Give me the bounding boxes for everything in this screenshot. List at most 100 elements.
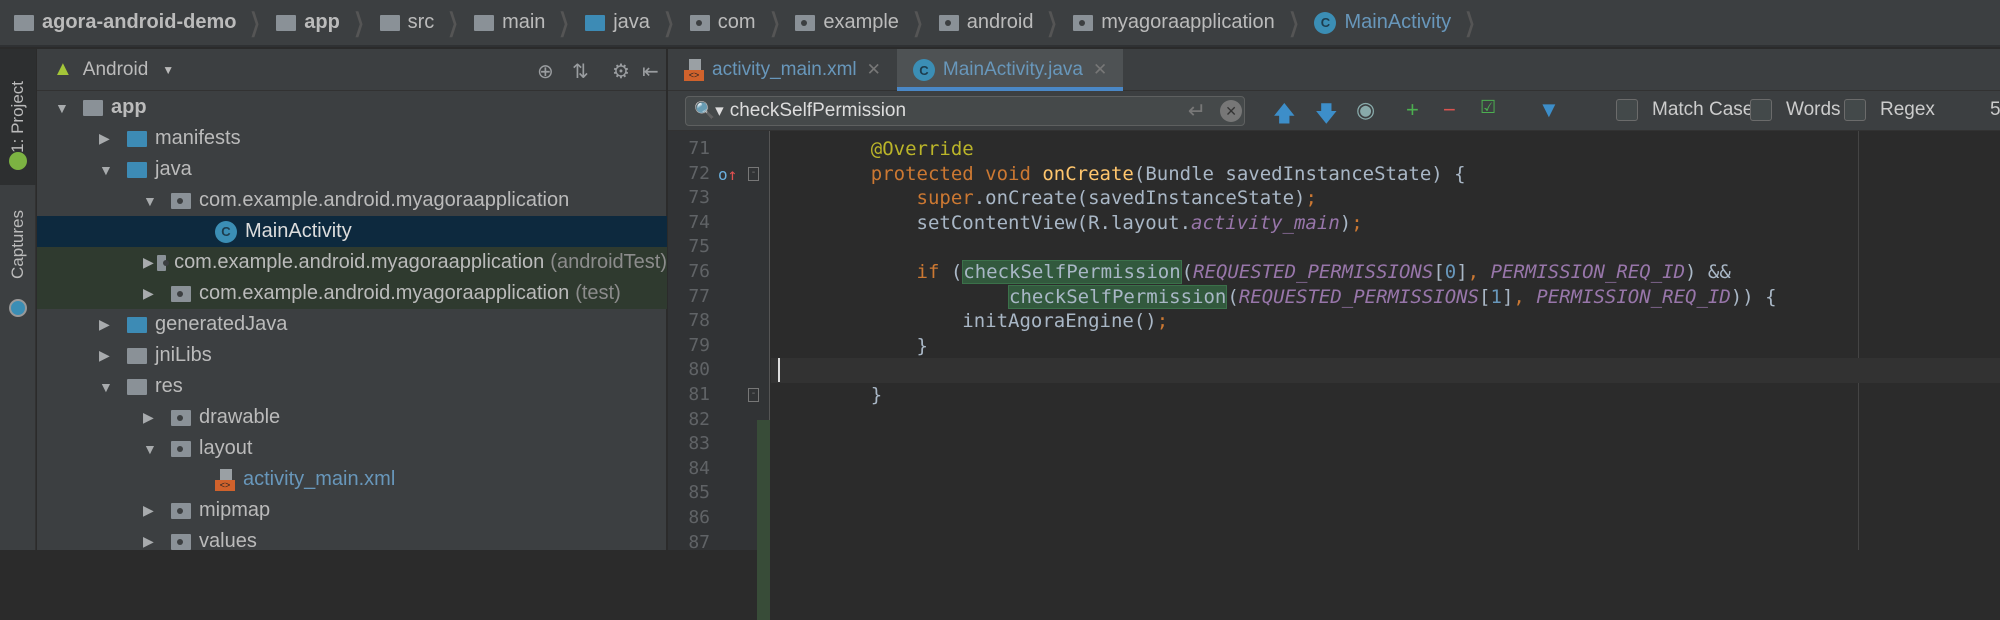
- select-all-occurrences-icon[interactable]: ◉: [1356, 97, 1375, 123]
- project-panel: ▲ Android ▼ ⊕ ⇅ ⚙ ⇤ ▼ app ▶ manifests ▼ java ▼…: [37, 49, 667, 552]
- tab-activity-main-xml[interactable]: activity_main.xml ✕: [668, 49, 897, 91]
- tree-item[interactable]: ▼ com.example.android.myagoraapplication: [37, 185, 667, 216]
- tree-item[interactable]: ▼ app: [37, 92, 667, 123]
- package-icon: [171, 285, 191, 302]
- code-line[interactable]: if (checkSelfPermission(REQUESTED_PERMIS…: [825, 260, 1731, 285]
- collapse-all-icon[interactable]: ⇅: [572, 59, 589, 84]
- filter-icon[interactable]: ▼: [1538, 97, 1560, 123]
- current-line-highlight: [771, 358, 2000, 383]
- chevron-right-icon: ❯: [353, 7, 365, 37]
- collapse-arrow-icon[interactable]: ▶: [99, 130, 119, 147]
- line-number: 74: [688, 211, 710, 233]
- collapse-arrow-icon[interactable]: ▶: [143, 285, 163, 302]
- tree-item[interactable]: ▶ manifests: [37, 123, 667, 154]
- breadcrumb-item[interactable]: app ❯: [276, 0, 379, 46]
- breadcrumb-item[interactable]: com ❯: [689, 0, 796, 46]
- package-icon: [171, 192, 191, 209]
- code-line[interactable]: protected void onCreate(Bundle savedInst…: [825, 162, 1466, 187]
- override-marker-icon[interactable]: o↑: [718, 165, 737, 184]
- gear-icon[interactable]: ⚙: [612, 59, 630, 84]
- package-icon: [938, 14, 959, 31]
- tree-item[interactable]: activity_main.xml: [37, 464, 667, 495]
- collapse-arrow-icon[interactable]: ▶: [143, 254, 154, 271]
- expand-arrow-icon[interactable]: ▼: [143, 193, 163, 209]
- tree-item[interactable]: ▼ layout: [37, 433, 667, 464]
- match-case-checkbox[interactable]: Match Case: [1616, 99, 1753, 121]
- breadcrumb-item[interactable]: android ❯: [938, 0, 1074, 46]
- tab-captures[interactable]: Captures: [0, 194, 36, 294]
- vcs-change-marker[interactable]: [757, 420, 770, 620]
- line-number: 86: [688, 507, 710, 528]
- tree-item[interactable]: ▼ res: [37, 371, 667, 402]
- code-line[interactable]: }: [825, 383, 882, 408]
- tree-item[interactable]: ▶ mipmap: [37, 495, 667, 526]
- code-line[interactable]: checkSelfPermission(REQUESTED_PERMISSION…: [825, 284, 1777, 310]
- add-occurrence-icon[interactable]: +: [1406, 97, 1419, 123]
- code-line[interactable]: }: [825, 334, 928, 359]
- chevron-right-icon: ❯: [447, 7, 459, 37]
- tree-item[interactable]: ▶ drawable: [37, 402, 667, 433]
- package-icon: [795, 14, 816, 31]
- words-checkbox[interactable]: Words: [1750, 99, 1841, 121]
- clear-icon[interactable]: ✕: [1220, 100, 1243, 122]
- match-count: 5: [1990, 99, 2000, 120]
- line-number: 78: [688, 310, 710, 332]
- class-icon: C: [912, 59, 935, 81]
- fold-icon[interactable]: -: [748, 166, 759, 181]
- expand-arrow-icon[interactable]: ▼: [99, 162, 119, 178]
- collapse-arrow-icon[interactable]: ▶: [99, 347, 119, 364]
- line-number: 72: [688, 162, 710, 184]
- line-number: 85: [688, 482, 710, 504]
- collapse-arrow-icon[interactable]: ▶: [143, 533, 163, 550]
- right-margin-guide: [1858, 131, 1859, 550]
- breadcrumb-item[interactable]: src ❯: [379, 0, 474, 46]
- code-line[interactable]: setContentView(R.layout.activity_main);: [825, 211, 1363, 236]
- package-icon: [689, 14, 710, 31]
- select-occurrences-icon[interactable]: ☑: [1480, 97, 1496, 118]
- breadcrumb-item[interactable]: agora-android-demo ❯: [14, 0, 276, 46]
- close-icon[interactable]: ✕: [1093, 60, 1107, 80]
- breadcrumb-item[interactable]: java ❯: [585, 0, 690, 46]
- breadcrumb-item[interactable]: main ❯: [474, 0, 585, 46]
- tree-item[interactable]: ▶ generatedJava: [37, 309, 667, 340]
- line-number: 79: [688, 334, 710, 356]
- collapse-arrow-icon[interactable]: ▶: [99, 316, 119, 333]
- tree-item[interactable]: ▶ jniLibs: [37, 340, 667, 371]
- remove-occurrence-icon[interactable]: −: [1443, 97, 1456, 123]
- breadcrumb-item[interactable]: myagoraapplication ❯: [1073, 0, 1314, 46]
- project-folder-icon: [14, 14, 34, 31]
- code-line[interactable]: @Override: [825, 137, 974, 162]
- tab-mainactivity-java[interactable]: C MainActivity.java ✕: [896, 49, 1124, 91]
- collapse-arrow-icon[interactable]: ▶: [143, 409, 163, 426]
- previous-occurrence-icon[interactable]: 🡅: [1273, 97, 1296, 135]
- tree-item[interactable]: ▶ com.example.android.myagoraapplication(…: [37, 247, 667, 278]
- tree-item[interactable]: ▶ values: [37, 526, 667, 557]
- tree-item[interactable]: C MainActivity: [37, 216, 667, 247]
- code-line[interactable]: initAgoraEngine();: [825, 309, 1168, 334]
- expand-arrow-icon[interactable]: ▼: [99, 379, 119, 395]
- search-icon[interactable]: 🔍▾: [694, 101, 724, 121]
- chevron-down-icon: ▼: [162, 62, 175, 77]
- code-editor[interactable]: 71 72 73 74 75 76 77 78 79 80 81 82 83 84 85 86 87 o↑ - - @…: [668, 131, 2000, 620]
- expand-arrow-icon[interactable]: ▼: [55, 100, 75, 116]
- next-occurrence-icon[interactable]: 🡇: [1315, 97, 1338, 135]
- line-number: 71: [688, 138, 710, 159]
- expand-arrow-icon[interactable]: ▼: [143, 441, 163, 457]
- hide-panel-icon[interactable]: ⇤: [642, 59, 659, 84]
- code-line[interactable]: super.onCreate(savedInstanceState);: [825, 186, 1317, 211]
- close-icon[interactable]: ✕: [867, 60, 881, 80]
- package-icon: [171, 502, 191, 519]
- collapse-arrow-icon[interactable]: ▶: [143, 502, 163, 519]
- breadcrumb-item[interactable]: C MainActivity ❯: [1314, 0, 1491, 46]
- fold-icon[interactable]: -: [748, 388, 759, 402]
- tree-item[interactable]: ▶ com.example.android.myagoraapplication(…: [37, 278, 667, 309]
- line-number: 76: [688, 261, 710, 282]
- breadcrumb-item[interactable]: example ❯: [795, 0, 938, 46]
- regex-checkbox[interactable]: Regex: [1844, 99, 1935, 121]
- editor-gutter: 71 72 73 74 75 76 77 78 79 80 81 82 83 84 85 86 87 o↑ - -: [668, 131, 770, 620]
- editor-tabs: activity_main.xml ✕ C MainActivity.java …: [668, 49, 2000, 91]
- locate-icon[interactable]: ⊕: [537, 59, 554, 84]
- search-field[interactable]: 🔍▾ ↵ ✕: [685, 96, 1245, 126]
- search-input[interactable]: [729, 100, 1170, 122]
- tree-item[interactable]: ▼ java: [37, 154, 667, 185]
